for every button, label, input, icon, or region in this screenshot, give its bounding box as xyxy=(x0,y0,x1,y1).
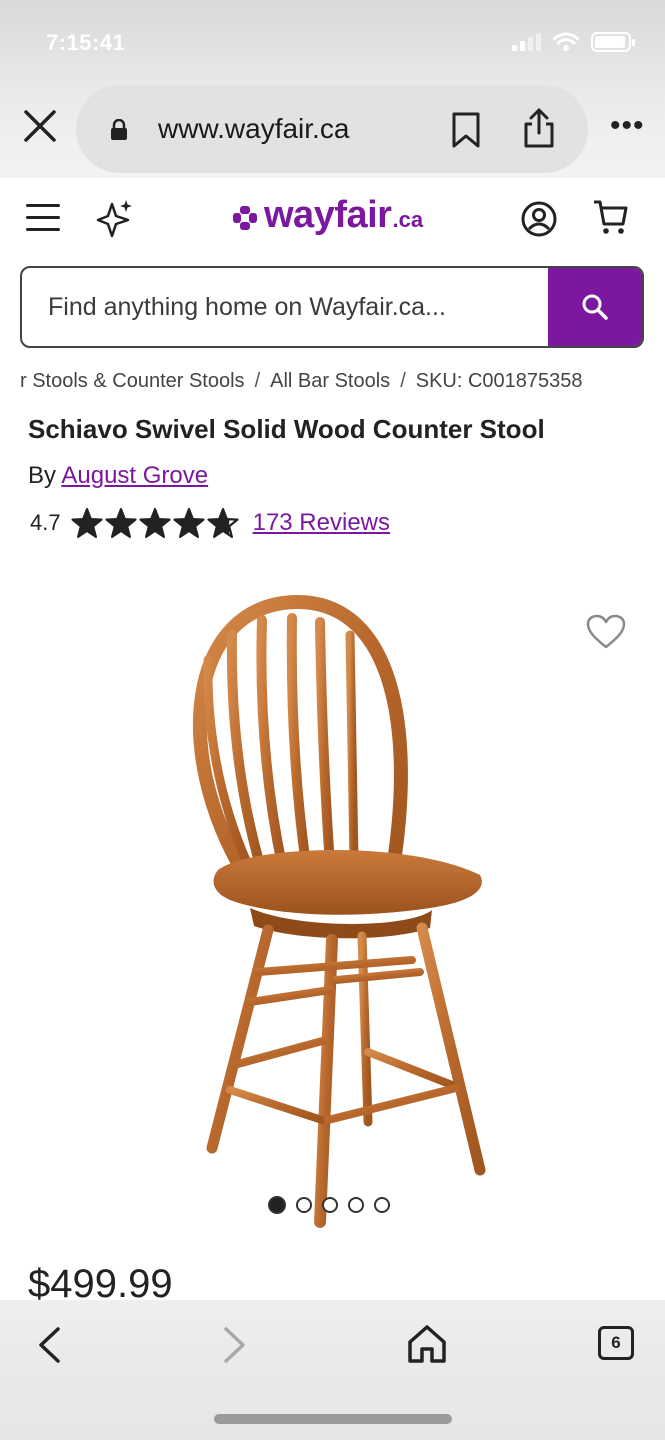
url-text: www.wayfair.ca xyxy=(158,113,350,144)
logo-text: wayfair xyxy=(264,194,392,236)
carousel-dot[interactable] xyxy=(374,1197,390,1213)
share-icon[interactable] xyxy=(522,107,556,149)
search-button[interactable] xyxy=(548,268,642,346)
breadcrumb-item-all-bar-stools[interactable]: All Bar Stools xyxy=(270,370,390,392)
account-icon[interactable] xyxy=(520,200,558,238)
breadcrumb-item-bar-stools-counter-stools[interactable]: r Stools & Counter Stools xyxy=(20,370,245,392)
status-bar: 7:15:41 xyxy=(0,0,665,84)
star-icon xyxy=(139,508,171,538)
home-indicator xyxy=(214,1414,452,1424)
star-icon xyxy=(105,508,137,538)
site-header: wayfair .ca xyxy=(0,180,665,260)
logo-suffix: .ca xyxy=(392,207,424,232)
star-icon xyxy=(207,508,239,538)
cart-icon[interactable] xyxy=(592,198,630,236)
brand-link[interactable]: August Grove xyxy=(61,462,208,489)
home-icon[interactable] xyxy=(406,1324,448,1364)
product-image[interactable] xyxy=(150,590,530,1230)
by-label: By xyxy=(28,462,57,489)
carousel-dot[interactable] xyxy=(268,1196,286,1214)
status-time: 7:15:41 xyxy=(46,30,126,55)
rating-summary: 4.7 173 Reviews xyxy=(30,508,390,538)
product-title: Schiavo Swivel Solid Wood Counter Stool xyxy=(28,414,545,444)
carousel-dot[interactable] xyxy=(322,1197,338,1213)
browser-toolbar: 7:15:41 www.wayfair.ca ••• xyxy=(0,0,665,178)
breadcrumb: r Stools & Counter Stools / All Bar Stools… xyxy=(20,370,583,393)
address-bar[interactable]: www.wayfair.ca xyxy=(76,85,588,173)
status-icons xyxy=(512,32,635,52)
more-icon[interactable]: ••• xyxy=(610,111,645,141)
heart-icon[interactable] xyxy=(586,614,626,650)
star-rating xyxy=(71,508,239,538)
breadcrumb-separator: / xyxy=(254,370,261,392)
browser-bottom-bar: 6 xyxy=(0,1300,665,1440)
star-icon xyxy=(173,508,205,538)
search-bar xyxy=(20,266,644,348)
tabs-icon[interactable]: 6 xyxy=(598,1326,634,1360)
logo-mark-icon xyxy=(233,206,257,230)
battery-icon xyxy=(591,32,635,52)
star-icon xyxy=(71,508,103,538)
sparkle-icon[interactable] xyxy=(96,198,134,238)
brand-line: By August Grove xyxy=(28,462,208,490)
bookmark-icon[interactable] xyxy=(450,111,482,149)
breadcrumb-separator: / xyxy=(400,370,406,392)
carousel-dot[interactable] xyxy=(296,1197,312,1213)
image-carousel-dots xyxy=(268,1196,390,1214)
search-icon xyxy=(582,294,608,320)
lock-icon xyxy=(111,119,127,140)
wayfair-logo[interactable]: wayfair .ca xyxy=(232,194,423,237)
search-input[interactable] xyxy=(22,268,550,346)
reviews-link[interactable]: 173 Reviews xyxy=(253,509,390,537)
back-icon[interactable] xyxy=(36,1326,62,1364)
breadcrumb-sku: SKU: C001875358 xyxy=(415,370,583,392)
forward-icon[interactable] xyxy=(222,1326,248,1364)
close-icon[interactable] xyxy=(18,104,62,148)
cellular-signal-icon xyxy=(512,33,541,51)
carousel-dot[interactable] xyxy=(348,1197,364,1213)
menu-icon[interactable] xyxy=(26,204,60,232)
wifi-icon xyxy=(553,32,579,51)
rating-value: 4.7 xyxy=(30,510,61,535)
